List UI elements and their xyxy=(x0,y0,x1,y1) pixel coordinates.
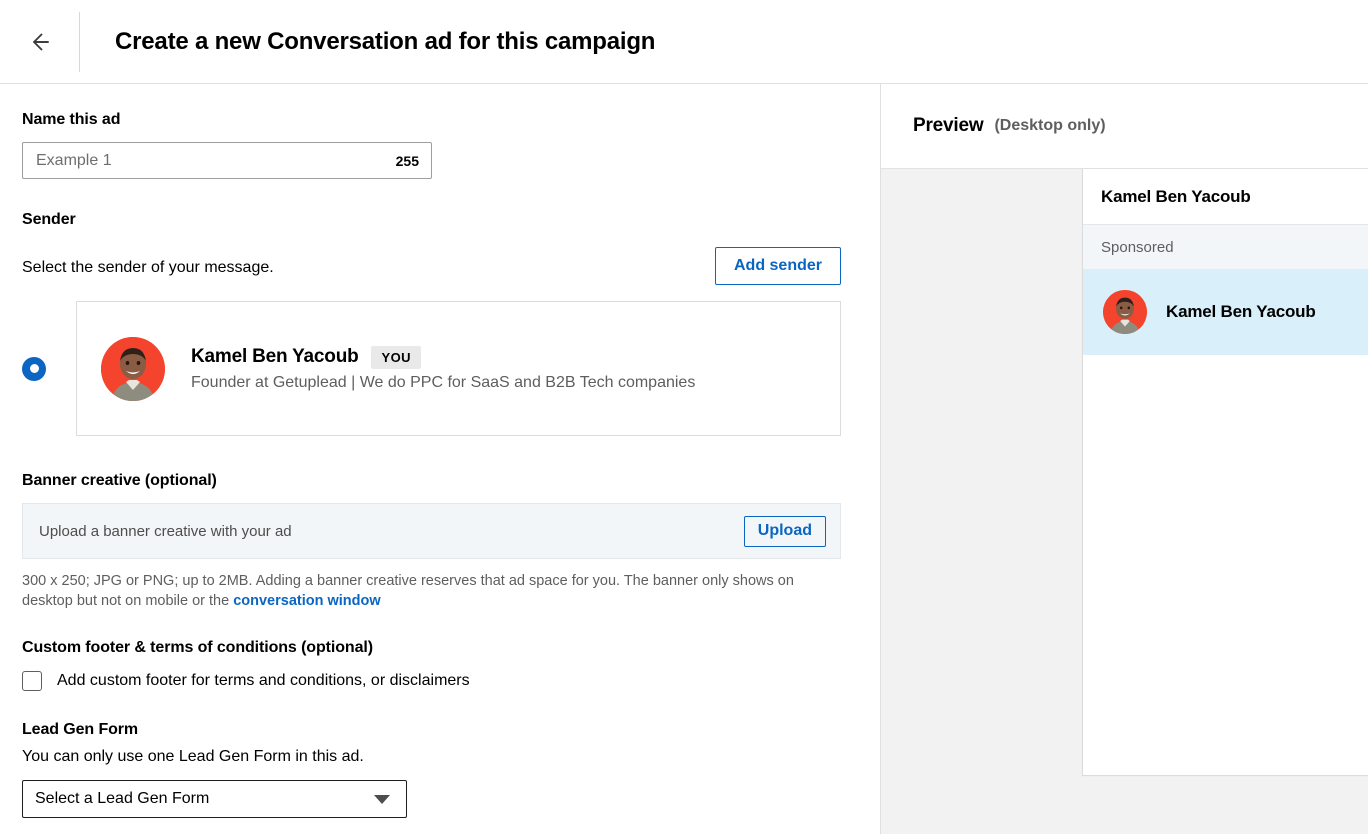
user-avatar-photo xyxy=(1103,290,1147,334)
sender-card[interactable]: Kamel Ben Yacoub YOU Founder at Getuplea… xyxy=(76,301,841,436)
ad-form-pane: Name this ad 255 Sender Select the sende… xyxy=(0,84,880,834)
preview-title: Preview xyxy=(913,115,984,136)
radio-inner-dot xyxy=(29,364,39,373)
banner-creative-section: Banner creative (optional) Upload a bann… xyxy=(22,472,880,611)
conversation-window-link[interactable]: conversation window xyxy=(233,593,380,609)
custom-footer-checkbox[interactable] xyxy=(22,671,42,691)
sender-help-text: Select the sender of your message. xyxy=(22,259,274,276)
sender-help-row: Select the sender of your message. Add s… xyxy=(22,247,841,285)
avatar xyxy=(1103,290,1147,334)
preview-header: Preview (Desktop only) xyxy=(881,84,1368,169)
preview-message-sender-name: Kamel Ben Yacoub xyxy=(1166,302,1316,321)
character-counter: 255 xyxy=(395,152,419,169)
upload-button[interactable]: Upload xyxy=(743,515,826,547)
banner-creative-label: Banner creative (optional) xyxy=(22,472,217,489)
preview-card-header-name: Kamel Ben Yacoub xyxy=(1101,186,1251,206)
sender-label: Sender xyxy=(22,211,76,228)
chevron-down-icon xyxy=(374,794,390,804)
preview-stage: Kamel Ben Yacoub Sponsored Kamel Ben Yac… xyxy=(881,169,1368,834)
body-container: Name this ad 255 Sender Select the sende… xyxy=(0,84,1368,834)
custom-footer-checkbox-label: Add custom footer for terms and conditio… xyxy=(57,672,470,689)
lead-gen-form-select[interactable]: Select a Lead Gen Form xyxy=(22,780,407,818)
preview-sponsored-label: Sponsored xyxy=(1083,225,1368,269)
banner-helper-text: 300 x 250; JPG or PNG; up to 2MB. Adding… xyxy=(22,571,822,611)
sender-option-row: Kamel Ben Yacoub YOU Founder at Getuplea… xyxy=(22,301,880,436)
name-ad-section: Name this ad 255 xyxy=(22,111,880,179)
lead-gen-form-help-text: You can only use one Lead Gen Form in th… xyxy=(22,748,364,765)
arrow-left-icon xyxy=(23,27,53,57)
banner-upload-strip: Upload a banner creative with your ad Up… xyxy=(22,503,841,559)
sender-headline: Founder at Getuplead | We do PPC for Saa… xyxy=(191,373,696,391)
back-button[interactable] xyxy=(10,14,66,70)
sender-name-row: Kamel Ben Yacoub YOU xyxy=(191,345,695,369)
user-avatar-photo xyxy=(101,336,165,401)
lead-gen-form-label: Lead Gen Form xyxy=(22,721,139,738)
preview-card-header: Kamel Ben Yacoub xyxy=(1083,169,1368,225)
add-sender-button[interactable]: Add sender xyxy=(714,247,841,285)
preview-message-row: Kamel Ben Yacoub xyxy=(1083,269,1368,355)
page-title: Create a new Conversation ad for this ca… xyxy=(115,27,656,55)
lead-gen-form-select-value: Select a Lead Gen Form xyxy=(35,790,210,807)
name-ad-input[interactable] xyxy=(36,143,388,178)
banner-upload-text: Upload a banner creative with your ad xyxy=(39,522,292,540)
banner-helper-text-body: 300 x 250; JPG or PNG; up to 2MB. Adding… xyxy=(22,573,794,609)
you-badge: YOU xyxy=(370,345,421,369)
name-ad-label: Name this ad xyxy=(22,111,121,128)
custom-footer-section: Custom footer & terms of conditions (opt… xyxy=(22,639,880,691)
avatar xyxy=(101,336,165,401)
name-ad-input-wrapper[interactable]: 255 xyxy=(22,142,432,179)
custom-footer-checkbox-row[interactable]: Add custom footer for terms and conditio… xyxy=(22,671,880,691)
header-divider xyxy=(79,11,80,72)
preview-conversation-card: Kamel Ben Yacoub Sponsored Kamel Ben Yac… xyxy=(1082,169,1368,776)
sender-info: Kamel Ben Yacoub YOU Founder at Getuplea… xyxy=(191,345,696,392)
app-header: Create a new Conversation ad for this ca… xyxy=(0,0,1368,84)
sender-section: Sender Select the sender of your message… xyxy=(22,211,880,436)
preview-subtitle: (Desktop only) xyxy=(994,117,1106,134)
sender-name: Kamel Ben Yacoub xyxy=(191,346,359,367)
custom-footer-label: Custom footer & terms of conditions (opt… xyxy=(22,639,373,656)
preview-pane: Preview (Desktop only) Kamel Ben Yacoub … xyxy=(880,84,1368,834)
sender-radio-selected[interactable] xyxy=(22,356,46,381)
preview-card-body xyxy=(1083,355,1368,775)
lead-gen-form-section: Lead Gen Form You can only use one Lead … xyxy=(22,721,880,818)
